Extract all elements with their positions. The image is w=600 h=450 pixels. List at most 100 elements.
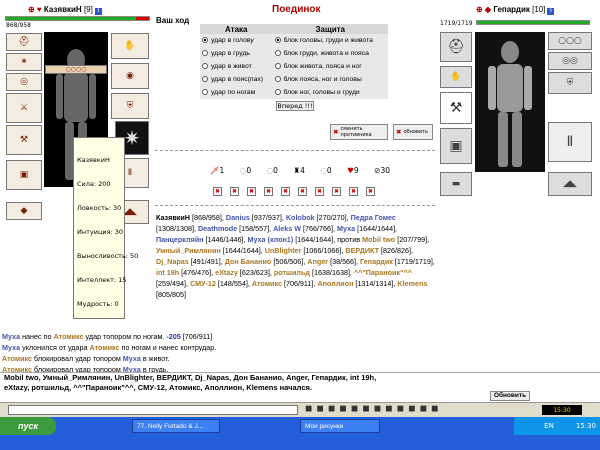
boots-slot[interactable]: ◆ (6, 202, 42, 220)
amulet-slot[interactable]: ✶ (6, 53, 42, 71)
log-line: Муха нанес по Атомикс удар топором по но… (2, 332, 213, 341)
change-opponent-button[interactable]: ✖ сменить противника (330, 124, 388, 140)
ring2-slot[interactable]: ◉ (111, 63, 149, 89)
start-button[interactable]: пуск (0, 417, 56, 435)
participant-name[interactable]: СМУ-12 (190, 279, 216, 288)
refresh-button[interactable]: ✖ обновить (393, 124, 433, 140)
action-button[interactable]: ✖ (349, 187, 358, 196)
participant-name[interactable]: Педра Гомес (351, 213, 396, 222)
defense-option[interactable]: блок груди, живота и пояса (272, 47, 388, 60)
boots-slot[interactable]: Ⅱ (548, 122, 592, 162)
belt-slot[interactable]: ▣ (6, 160, 42, 190)
gloves-slot[interactable]: ✋ (440, 66, 472, 88)
participant-hp: [1446/1446], (203, 235, 248, 244)
participant-hp: [868/958], (189, 213, 226, 222)
shield-slot[interactable]: ⛨ (111, 93, 149, 119)
weapon-slot[interactable]: ⚒ (440, 92, 472, 124)
hammer-slot[interactable]: ⚒ (6, 125, 42, 155)
belt-slot[interactable]: ▬ (440, 172, 472, 196)
participant-name[interactable]: Гепардик (360, 257, 393, 266)
weapon-slot[interactable]: ◎ (6, 73, 42, 91)
action-button[interactable]: ✖ (213, 187, 222, 196)
attack-option[interactable]: удар в голову (200, 34, 273, 47)
participant-name[interactable]: Kolobok (286, 213, 315, 222)
helmet-slot[interactable]: ⛑ (6, 33, 42, 51)
bracer-slot[interactable]: ◎◎ (548, 52, 592, 70)
participant-name[interactable]: UnBlighter (265, 246, 302, 255)
participant-name[interactable]: Aleks W (273, 224, 301, 233)
sword-icon: ⚔ (19, 103, 29, 113)
attack-option[interactable]: удар по ногам (200, 86, 273, 99)
ring-slots[interactable]: ○○○ (548, 32, 592, 50)
participant-name[interactable]: Муха (337, 224, 355, 233)
defense-header: Защита (272, 24, 388, 34)
submit-button[interactable]: Вперед !!! (276, 101, 314, 111)
action-button[interactable]: ✖ (247, 187, 256, 196)
shield-slot[interactable]: ⛨ (548, 72, 592, 94)
participant-name[interactable]: Anger (307, 257, 328, 266)
right-player-name[interactable]: Гепардик (493, 5, 530, 14)
defense-option[interactable]: блок живота, пояса и ног (272, 60, 388, 73)
action-button[interactable]: ✖ (332, 187, 341, 196)
participant-name[interactable]: ротшильд (274, 268, 310, 277)
attack-option[interactable]: удар в пояс(пах) (200, 73, 273, 86)
action-button[interactable]: ✖ (298, 187, 307, 196)
attack-option[interactable]: удар в грудь (200, 47, 273, 60)
helmet-slot[interactable]: ⛑ (440, 32, 472, 62)
participant-name[interactable]: КазявкиН (156, 213, 190, 222)
participant-name[interactable]: Дон Бананио (225, 257, 272, 266)
attack-defense-table: Атака Защита удар в голову блок головы, гр… (200, 24, 388, 99)
tooltip-line: КазявкиН (77, 156, 110, 164)
ring-slots[interactable]: ○○○○ (45, 65, 107, 74)
left-player-name[interactable]: КазявкиН (44, 5, 82, 14)
chat-line: Mobil two, Умный_Римлянин, UnBlighter, В… (4, 373, 377, 382)
action-buttons-row: ✖ ✖ ✖ ✖ ✖ ✖ ✖ ✖ ✖ ✖ (213, 187, 387, 197)
armor-slot[interactable]: ▣ (440, 128, 472, 164)
action-button[interactable]: ✖ (281, 187, 290, 196)
left-hp-text: 868/958 (6, 22, 31, 29)
axe-icon: ⚒ (449, 100, 463, 116)
participant-name[interactable]: ^^"Параноик"^^ (354, 268, 412, 277)
task-winamp[interactable]: 77. Nelly Furtado & J... (132, 419, 220, 433)
boots2-slot[interactable]: ◢◣ (548, 172, 592, 196)
info-icon[interactable]: i (94, 8, 102, 15)
participant-name[interactable]: Умный_Римлянин (156, 246, 221, 255)
bracer-icon: ◎ (20, 77, 28, 87)
defense-option[interactable]: блок пояса, ног и головы (272, 73, 388, 86)
participant-name[interactable]: Муха (клон1) (247, 235, 293, 244)
participant-name[interactable]: eXtazy (215, 268, 238, 277)
tooltip-line: Интеллект: 15 (77, 276, 127, 284)
defense-option[interactable]: блок головы, груди и живота (272, 34, 388, 47)
opponent-portrait[interactable] (475, 32, 545, 172)
participant-name[interactable]: Атомикс (252, 279, 282, 288)
radio-icon (202, 37, 208, 44)
participant-name[interactable]: Аполлион (317, 279, 353, 288)
action-button[interactable]: ✖ (264, 187, 273, 196)
lang-indicator[interactable]: EN (544, 422, 554, 430)
counter: ♜4 (293, 166, 305, 175)
participant-hp: [207/799], (395, 235, 430, 244)
action-button[interactable]: ✖ (315, 187, 324, 196)
task-pictures[interactable]: Мои рисунки (300, 419, 380, 433)
defense-option[interactable]: блок ног, головы и груди (272, 86, 388, 99)
radio-icon (274, 50, 281, 57)
warrior-icon (488, 41, 532, 167)
participant-name[interactable]: int 19h (156, 268, 179, 277)
participant-name[interactable]: Klemens (397, 279, 427, 288)
armor-slot[interactable]: ⚔ (6, 93, 42, 123)
info-icon[interactable]: i (547, 8, 555, 15)
participant-name[interactable]: ВЕРДИКТ (345, 246, 379, 255)
gloves-slot[interactable]: ✋ (111, 33, 149, 59)
action-button[interactable]: ✖ (366, 187, 375, 196)
attack-option[interactable]: удар в живот (200, 60, 273, 73)
divider (155, 205, 435, 206)
participant-name[interactable]: Панцеркляйн (156, 235, 204, 244)
action-button[interactable]: ✖ (230, 187, 239, 196)
participant-name[interactable]: Mobil two (362, 235, 395, 244)
participant-name[interactable]: Danius (226, 213, 250, 222)
radio-icon (202, 76, 208, 83)
participant-name[interactable]: Deathmode (198, 224, 237, 233)
refresh-chat-button[interactable]: Обновить (490, 391, 530, 401)
participant-name[interactable]: Dj_Napas (156, 257, 189, 266)
chat-input[interactable] (8, 405, 298, 415)
